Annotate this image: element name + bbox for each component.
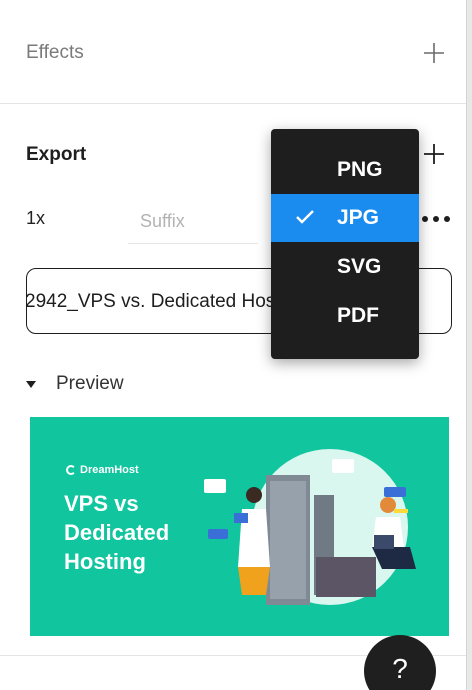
export-scale-select[interactable]: 1x [26, 208, 45, 229]
add-export-button[interactable] [419, 139, 449, 169]
more-icon-dot [433, 216, 439, 222]
suffix-input[interactable] [128, 200, 258, 244]
chat-bubble-2 [208, 529, 228, 539]
scrollbar-track[interactable] [466, 0, 472, 690]
preview-toggle[interactable]: Preview [26, 370, 124, 398]
effects-title: Effects [26, 42, 84, 63]
preview-image: DreamHost VPS vs Dedicated Hosting [30, 417, 449, 636]
person-skirt-left [238, 567, 270, 595]
server-box [316, 557, 376, 597]
add-effect-button[interactable] [419, 38, 449, 68]
chat-bubble-4 [384, 487, 406, 497]
tablet-left [234, 513, 248, 523]
check-icon [296, 210, 314, 224]
format-option-pdf[interactable]: PDF [271, 292, 419, 340]
chat-bubble-3 [332, 459, 354, 473]
help-icon: ? [392, 653, 408, 684]
preview-illustration [204, 449, 416, 605]
server-tower-face [270, 481, 306, 599]
more-icon-dot [444, 216, 450, 222]
plus-icon [424, 144, 444, 164]
laptop-right [374, 535, 394, 549]
person-head-right [380, 497, 396, 513]
caret-down-icon [26, 380, 36, 388]
format-option-label: PDF [337, 304, 379, 327]
person-head-left [246, 487, 262, 503]
export-title: Export [26, 144, 87, 165]
section-divider [0, 103, 466, 104]
format-option-label: JPG [337, 206, 380, 229]
format-option-jpg[interactable]: JPG [271, 194, 419, 242]
preview-label: Preview [56, 373, 124, 394]
export-settings-more-button[interactable] [416, 208, 456, 230]
format-option-label: SVG [337, 255, 382, 278]
format-option-label: PNG [337, 158, 383, 181]
export-format-menu: PNG JPG SVG PDF [271, 129, 419, 359]
format-option-svg[interactable]: SVG [271, 243, 419, 291]
more-icon [422, 216, 428, 222]
chat-bubble-1 [204, 479, 226, 493]
format-option-png[interactable]: PNG [271, 146, 419, 194]
chat-bubble-5 [394, 509, 408, 513]
plus-icon [424, 43, 444, 63]
